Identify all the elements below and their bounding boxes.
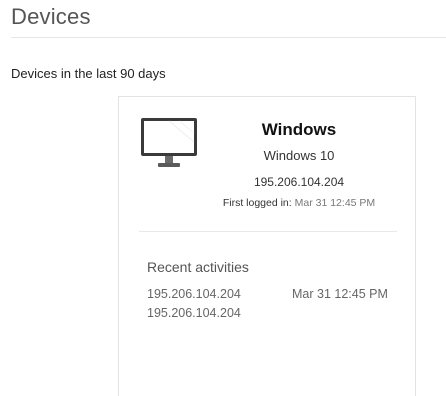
first-logged-label: First logged in: xyxy=(222,197,292,209)
activity-time: Mar 31 12:45 PM xyxy=(292,287,388,301)
activity-ip: 195.206.104.204 xyxy=(147,287,241,301)
page-title: Devices xyxy=(11,4,91,29)
device-card[interactable]: Windows Windows 10 195.206.104.204 First… xyxy=(118,96,416,396)
recent-activities-title: Recent activities xyxy=(147,259,249,275)
device-name: Windows xyxy=(261,120,337,139)
device-ip: 195.206.104.204 xyxy=(253,175,345,189)
first-logged-in: First logged in: Mar 31 12:45 PM xyxy=(179,197,419,209)
monitor-icon xyxy=(141,118,197,167)
activity-ip: 195.206.104.204 xyxy=(147,306,241,320)
card-divider xyxy=(139,231,397,232)
device-os: Windows 10 xyxy=(263,148,335,163)
page-subtitle: Devices in the last 90 days xyxy=(11,66,166,81)
first-logged-value: Mar 31 12:45 PM xyxy=(294,197,376,209)
title-divider xyxy=(11,37,446,38)
